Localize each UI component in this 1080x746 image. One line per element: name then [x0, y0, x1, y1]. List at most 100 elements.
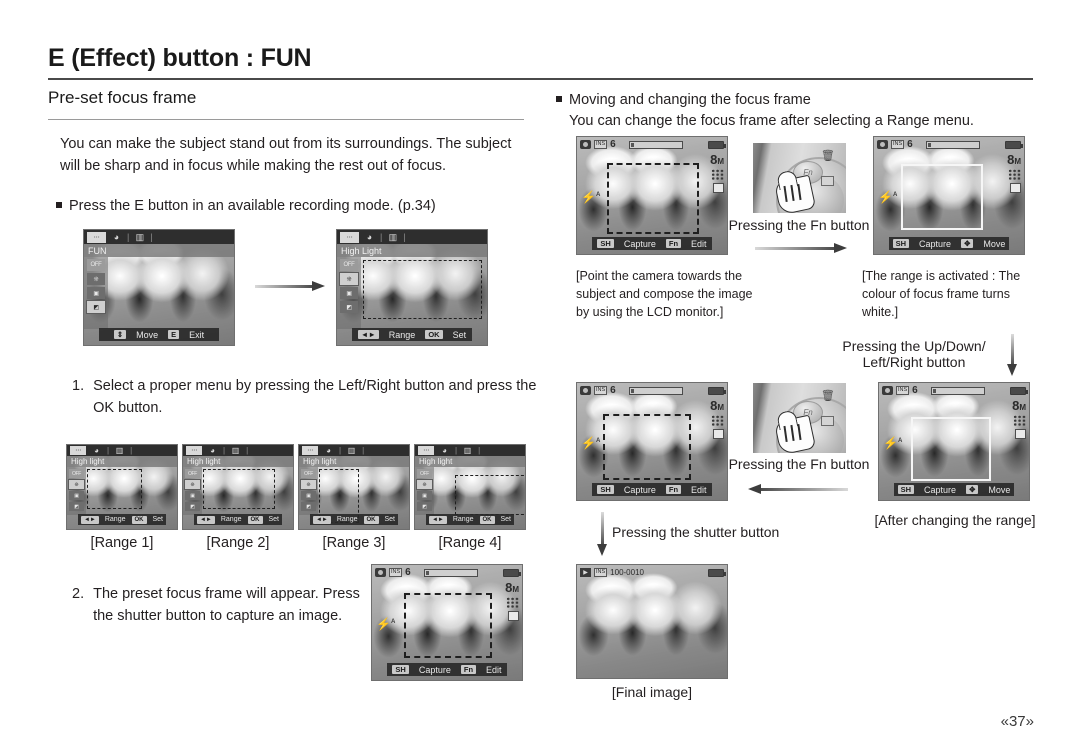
fn-key[interactable]: Fn: [665, 238, 682, 249]
sidebar-item-off[interactable]: OFF: [301, 469, 316, 478]
lcd-range-2: ⋯ ◕ | ▥ | High light OFF ❊ ▣ ◩ ◄► Range …: [182, 444, 294, 530]
updown-icon[interactable]: ⇕: [113, 329, 127, 340]
sidebar-item-highlight-icon[interactable]: ◩: [69, 502, 84, 511]
lcd-right-status: 8M: [505, 581, 519, 621]
tab-chip-icon[interactable]: ⋯: [302, 446, 318, 455]
sidebar-item-off[interactable]: OFF: [185, 469, 200, 478]
shutter-key[interactable]: SH: [597, 484, 614, 495]
sidebar-item-off[interactable]: OFF: [340, 259, 358, 271]
tab-separator: |: [223, 446, 226, 455]
palette-icon[interactable]: ◕: [206, 445, 219, 456]
leftright-icon[interactable]: ◄►: [428, 515, 447, 524]
sidebar-item-frame-icon[interactable]: ▣: [340, 287, 358, 299]
ok-button-key[interactable]: OK: [247, 515, 263, 524]
leftright-icon[interactable]: ◄►: [80, 515, 99, 524]
histogram-icon[interactable]: ▥: [229, 445, 242, 456]
palette-icon[interactable]: ◕: [322, 445, 335, 456]
fn-key[interactable]: Fn: [665, 484, 682, 495]
histogram-icon[interactable]: ▥: [113, 445, 126, 456]
sidebar-item-frame-icon[interactable]: ▣: [87, 287, 105, 299]
sidebar-item-highlight-icon[interactable]: ◩: [417, 502, 432, 511]
palette-icon[interactable]: ◕: [438, 445, 451, 456]
battery-icon: [707, 140, 726, 149]
shutter-key[interactable]: SH: [897, 484, 915, 495]
sidebar-item-highlight-icon[interactable]: ◩: [340, 301, 358, 313]
focus-frame-dashed: [363, 260, 482, 319]
sidebar-item-frame-icon[interactable]: ▣: [185, 491, 200, 500]
tab-chip-icon[interactable]: ⋯: [340, 231, 359, 243]
bottom-label-capture: Capture: [919, 238, 952, 249]
joypad-icon[interactable]: ✥: [961, 238, 974, 249]
sidebar-item-effect-icon[interactable]: ❊: [184, 479, 201, 490]
lcd-preset-frame: INS 6 8M ⚡A SH Capture Fn Edit: [371, 564, 523, 681]
bottom-label-range: Range: [336, 516, 358, 523]
step-2-text: The preset focus frame will appear. Pres…: [93, 586, 360, 624]
sidebar-item-frame-icon[interactable]: ▣: [69, 491, 84, 500]
lcd-tab-bar: ⋯ ◕ | ▥ |: [299, 445, 409, 456]
leftright-icon[interactable]: ◄►: [312, 515, 331, 524]
tab-separator: |: [403, 232, 406, 242]
bottom-label-capture: Capture: [623, 484, 656, 495]
leftright-icon[interactable]: ◄►: [357, 329, 379, 340]
sidebar-item-off[interactable]: OFF: [69, 469, 84, 478]
arrow-down-icon: [597, 512, 607, 556]
sidebar-item-highlight-icon[interactable]: ◩: [86, 300, 106, 314]
sidebar-item-effect-icon[interactable]: ❊: [68, 479, 85, 490]
lcd-tab-bar: ⋯ ◕ | ▥ |: [84, 230, 234, 244]
ok-button-key[interactable]: OK: [479, 515, 495, 524]
hand-pointer-icon: [774, 414, 817, 453]
sidebar-item-off[interactable]: OFF: [87, 259, 105, 271]
shots-remaining: 6: [405, 566, 411, 578]
sidebar-item-highlight-icon[interactable]: ◩: [301, 502, 316, 511]
title-divider: [48, 78, 1033, 80]
tab-chip-icon[interactable]: ⋯: [186, 446, 202, 455]
sidebar-item-effect-icon[interactable]: ❊: [300, 479, 317, 490]
histogram-icon[interactable]: ▥: [461, 445, 474, 456]
lcd-status-bar: ▶ INS 100-0010: [577, 565, 727, 580]
sidebar-item-highlight-icon[interactable]: ◩: [185, 502, 200, 511]
sidebar-item-effect-icon[interactable]: ❊: [339, 272, 359, 286]
fn-button-photo-2: Fn 🗑: [753, 383, 846, 453]
palette-icon[interactable]: ◕: [363, 232, 376, 243]
sidebar-item-frame-icon[interactable]: ▣: [301, 491, 316, 500]
shutter-key[interactable]: SH: [392, 664, 409, 675]
tab-chip-icon[interactable]: ⋯: [70, 446, 86, 455]
arrow-left-icon: [748, 484, 848, 494]
ok-button-key[interactable]: OK: [131, 515, 147, 524]
histogram-icon[interactable]: ▥: [133, 232, 146, 243]
shutter-key[interactable]: SH: [892, 238, 910, 249]
palette-icon[interactable]: ◕: [90, 445, 103, 456]
quality-icon: [1008, 169, 1021, 180]
fn-key[interactable]: Fn: [460, 664, 477, 675]
ok-button-key[interactable]: OK: [425, 329, 443, 340]
sidebar-item-frame-icon[interactable]: ▣: [417, 491, 432, 500]
shutter-key[interactable]: SH: [597, 238, 614, 249]
range-2-caption: [Range 2]: [206, 535, 270, 551]
lcd-bottom-bar: SH Capture Fn Edit: [387, 663, 507, 676]
ok-button-key[interactable]: OK: [363, 515, 379, 524]
bottom-label-edit: Edit: [691, 484, 707, 495]
tab-chip-icon[interactable]: ⋯: [418, 446, 434, 455]
tab-separator: |: [150, 232, 153, 242]
arrow-right-icon: [255, 281, 325, 291]
palette-icon[interactable]: ◕: [110, 232, 123, 243]
histogram-icon[interactable]: ▥: [386, 232, 399, 243]
leftright-icon[interactable]: ◄►: [196, 515, 215, 524]
histogram-icon[interactable]: ▥: [345, 445, 358, 456]
sidebar-item-effect-icon[interactable]: ❊: [87, 273, 105, 285]
bottom-label-move: Move: [136, 329, 159, 340]
sidebar-item-off[interactable]: OFF: [417, 469, 432, 478]
range-4-caption: [Range 4]: [438, 535, 502, 551]
focus-frame-dashed: [87, 469, 142, 509]
battery-icon: [708, 568, 726, 577]
tab-chip-icon[interactable]: ⋯: [87, 231, 106, 243]
memory-card-icon: INS: [594, 568, 608, 577]
bottom-label-edit: Edit: [691, 238, 707, 249]
step-1-text: Select a proper menu by pressing the Lef…: [93, 378, 537, 416]
joypad-icon[interactable]: ✥: [966, 484, 979, 495]
focus-frame-dashed: [607, 163, 699, 234]
e-button-key[interactable]: E: [168, 329, 180, 340]
lcd-menu-title: High light: [183, 456, 293, 467]
lcd-sidebar: OFF ❊ ▣ ◩: [299, 467, 318, 515]
sidebar-item-effect-icon[interactable]: ❊: [416, 479, 433, 490]
